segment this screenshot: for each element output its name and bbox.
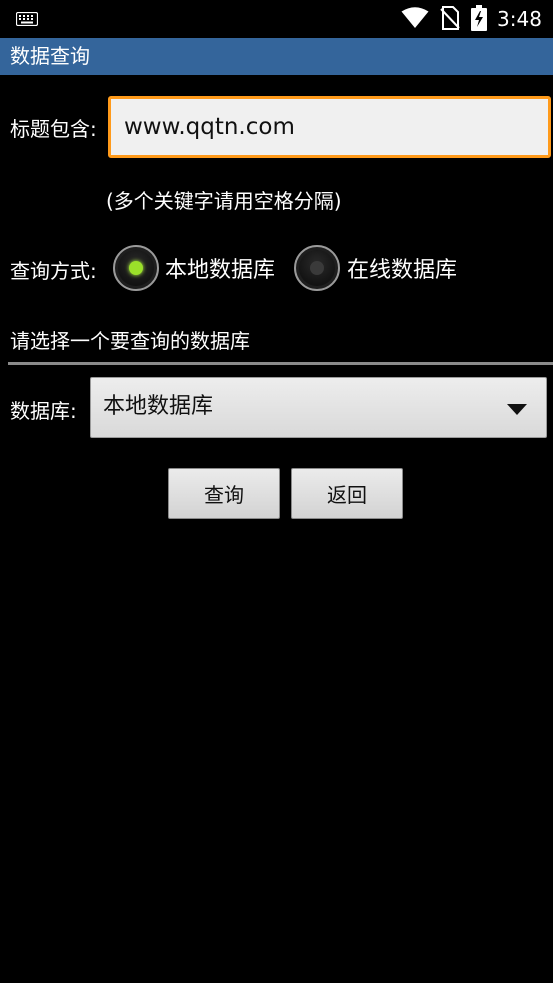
title-keyword-input[interactable] [108,96,551,158]
section-divider [8,362,553,365]
radio-online-db-label[interactable]: 在线数据库 [347,258,457,284]
radio-online-db[interactable] [294,245,340,291]
database-label: 数据库: [10,399,77,423]
status-clock: 3:48 [497,7,542,31]
back-button[interactable]: 返回 [291,468,403,519]
no-sim-icon [440,6,460,30]
app-title-bar: 数据查询 [0,38,553,75]
database-select[interactable]: 本地数据库 [90,377,547,438]
query-button[interactable]: 查询 [168,468,280,519]
database-selected-value: 本地数据库 [103,394,214,419]
section-header: 请选择一个要查询的数据库 [10,329,250,353]
status-bar: 3:48 [0,0,553,38]
radio-local-db[interactable] [113,245,159,291]
app-title: 数据查询 [10,44,90,68]
query-mode-label: 查询方式: [10,259,97,283]
wifi-icon [401,7,429,28]
title-contains-label: 标题包含: [10,117,97,141]
radio-unselected-indicator [310,261,324,275]
battery-charging-icon [471,5,487,31]
radio-local-db-label[interactable]: 本地数据库 [165,258,275,284]
keyword-hint: (多个关键字请用空格分隔) [106,189,342,213]
radio-selected-indicator [129,261,143,275]
dropdown-arrow-icon [507,404,527,415]
keyboard-icon [16,12,38,26]
